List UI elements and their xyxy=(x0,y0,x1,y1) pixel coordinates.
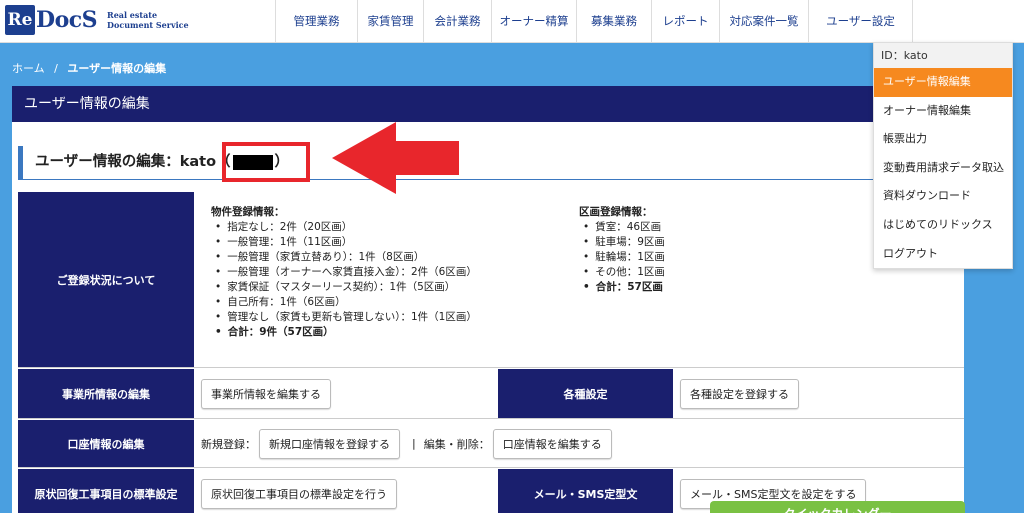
mail-header: メール・SMS定型文 xyxy=(498,469,673,513)
dropdown-menu-item[interactable]: ユーザー情報編集 xyxy=(874,68,1012,97)
logo-subtitle: Real estate Document Service xyxy=(107,10,189,30)
office-cell: 事業所情報を編集する xyxy=(194,369,498,418)
property-registration-title: 物件登録情報： xyxy=(211,206,285,218)
dropdown-menu-item[interactable]: はじめてのリドックス xyxy=(874,211,1012,240)
register-settings-button[interactable]: 各種設定を登録する xyxy=(680,378,799,409)
breadcrumb-separator: / xyxy=(54,62,58,75)
restore-standard-button[interactable]: 原状回復工事項目の標準設定を行う xyxy=(201,479,397,509)
settings-header: 各種設定 xyxy=(498,369,673,418)
nav-item[interactable]: 募集業務 xyxy=(576,0,651,42)
list-item-total: 合計：57区画 xyxy=(579,280,665,295)
settings-cell: 各種設定を登録する xyxy=(673,369,964,418)
nav-item[interactable]: 対応案件一覧 xyxy=(719,0,808,42)
breadcrumb-home[interactable]: ホーム xyxy=(12,62,45,75)
nav-item[interactable]: レポート xyxy=(651,0,719,42)
dropdown-menu-item[interactable]: 資料ダウンロード xyxy=(874,182,1012,211)
user-id-label: ID：kato xyxy=(874,43,1012,68)
redocs-logo[interactable]: Re DocS Real estate Document Service xyxy=(5,5,189,35)
nav-item[interactable]: オーナー精算 xyxy=(491,0,576,42)
list-item: 一般管理（オーナーへ家賃直接入金）：2件（6区画） xyxy=(211,265,477,280)
nav-item[interactable]: 管理業務 xyxy=(275,0,357,42)
list-item: 一般管理：1件（11区画） xyxy=(211,235,477,250)
dropdown-menu-item[interactable]: 帳票出力 xyxy=(874,125,1012,154)
unit-registration-info: 区画登録情報： 賃室：46区画駐車場：9区画駐輪場：1区画その他：1区画合計：5… xyxy=(579,205,665,295)
restore-header: 原状回復工事項目の標準設定 xyxy=(18,469,194,513)
account-cell: 新規登録： 新規口座情報を登録する | 編集・削除： 口座情報を編集する xyxy=(194,420,964,467)
annotation-highlight-box xyxy=(222,142,310,182)
list-item: 指定なし：2件（20区画） xyxy=(211,220,477,235)
edit-office-button[interactable]: 事業所情報を編集する xyxy=(201,378,331,409)
logo-subtitle-line2: Document Service xyxy=(107,20,189,30)
account-header: 口座情報の編集 xyxy=(18,420,194,467)
unit-registration-title: 区画登録情報： xyxy=(579,206,653,218)
main-nav: 管理業務 家賃管理 会計業務 オーナー精算 募集業務 レポート 対応案件一覧 ユーザー設定 xyxy=(275,0,913,42)
page-title: ユーザー情報の編集：kato（） xyxy=(18,146,963,180)
page-title-prefix: ユーザー情報の編集：kato（ xyxy=(35,154,231,170)
breadcrumb: ホーム / ユーザー情報の編集 xyxy=(12,60,166,76)
account-divider: | xyxy=(412,437,416,450)
nav-item[interactable]: 会計業務 xyxy=(423,0,491,42)
panel-title: ユーザー情報の編集 xyxy=(12,86,964,122)
breadcrumb-current: ユーザー情報の編集 xyxy=(67,62,167,75)
list-item: その他：1区画 xyxy=(579,265,665,280)
list-item: 賃室：46区画 xyxy=(579,220,665,235)
dropdown-items: ユーザー情報編集 オーナー情報編集 帳票出力 変動費用請求データ取込 資料ダウンロードは… xyxy=(874,68,1012,268)
user-settings-dropdown: ID：kato ユーザー情報編集 オーナー情報編集 帳票出力 変動費用請求データ取込資… xyxy=(873,42,1013,270)
list-item: 一般管理（家賃立替あり）：1件（8区画） xyxy=(211,250,477,265)
edit-account-label: 編集・削除： xyxy=(423,437,490,451)
annotation-arrow-icon xyxy=(332,122,459,194)
quick-calendar-button[interactable]: クイックカレンダー xyxy=(710,501,965,513)
table-row-registration: ご登録状況について 物件登録情報： 指定なし：2件（20区画）一般管理：1件（1… xyxy=(18,192,964,368)
top-header: Re DocS Real estate Document Service 管理業… xyxy=(0,0,1024,43)
dropdown-menu-item[interactable]: オーナー情報編集 xyxy=(874,97,1012,126)
restore-cell: 原状回復工事項目の標準設定を行う xyxy=(194,469,498,513)
dropdown-menu-item[interactable]: 変動費用請求データ取込 xyxy=(874,154,1012,183)
new-account-label: 新規登録： xyxy=(201,437,256,451)
list-item-total: 合計：9件（57区画） xyxy=(211,325,477,340)
nav-item[interactable]: 家賃管理 xyxy=(357,0,423,42)
edit-account-button[interactable]: 口座情報を編集する xyxy=(492,428,612,459)
office-header: 事業所情報の編集 xyxy=(18,369,194,418)
logo-subtitle-line1: Real estate xyxy=(107,10,158,20)
property-registration-list: 指定なし：2件（20区画）一般管理：1件（11区画）一般管理（家賃立替あり）：1… xyxy=(211,220,477,340)
logo-name: DocS xyxy=(36,7,98,33)
list-item: 自己所有：1件（6区画） xyxy=(211,295,477,310)
table-row-account: 口座情報の編集 新規登録： 新規口座情報を登録する | 編集・削除： 口座情報を… xyxy=(18,420,964,468)
logo-mark: Re xyxy=(5,5,35,35)
list-item: 家賃保証（マスターリース契約）：1件（5区画） xyxy=(211,280,477,295)
unit-registration-list: 賃室：46区画駐車場：9区画駐輪場：1区画その他：1区画合計：57区画 xyxy=(579,220,665,295)
nav-item[interactable]: ユーザー設定 xyxy=(808,0,913,42)
table-row-office: 事業所情報の編集 事業所情報を編集する 各種設定 各種設定を登録する xyxy=(18,369,964,419)
property-registration-info: 物件登録情報： 指定なし：2件（20区画）一般管理：1件（11区画）一般管理（家… xyxy=(211,205,477,340)
new-account-button[interactable]: 新規口座情報を登録する xyxy=(259,428,400,459)
dropdown-menu-item[interactable]: ログアウト xyxy=(874,240,1012,269)
list-item: 駐車場：9区画 xyxy=(579,235,665,250)
registration-header: ご登録状況について xyxy=(18,192,194,367)
list-item: 管理なし（家賃も更新も管理しない）：1件（1区画） xyxy=(211,310,477,325)
list-item: 駐輪場：1区画 xyxy=(579,250,665,265)
